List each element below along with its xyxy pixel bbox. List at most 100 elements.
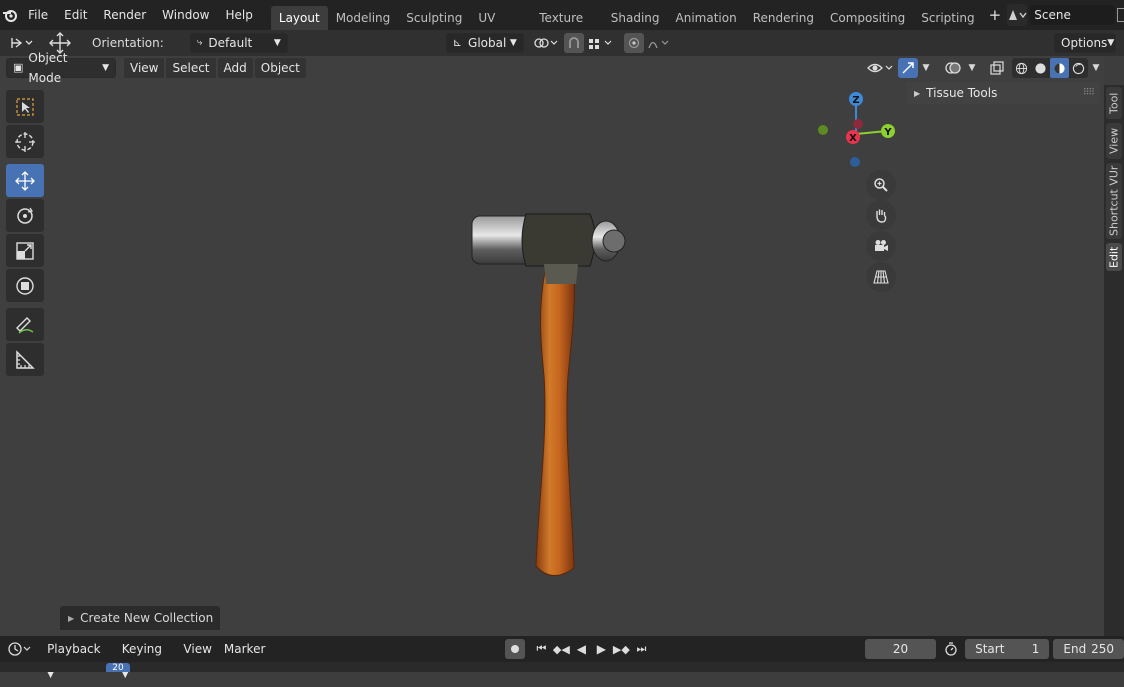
gizmo-x-label: X [849,133,857,144]
visibility-eye-icon[interactable] [866,58,896,78]
editor-type-icon[interactable] [6,639,35,659]
menu-file[interactable]: File [20,0,56,30]
pan-hand-icon[interactable] [866,200,896,230]
end-frame-field[interactable]: End 250 [1053,639,1124,659]
viewport-menu-view[interactable]: View [124,58,165,78]
mode-dropdown[interactable]: ▣ Object Mode ▼ [6,51,116,85]
gizmo-z-label: Z [852,95,859,106]
menu-edit[interactable]: Edit [56,0,95,30]
tab-rendering[interactable]: Rendering [745,6,822,30]
play-reverse-icon[interactable]: ◀ [571,639,591,659]
orientation-dropdown[interactable]: ⤷ Default ▼ [189,33,288,53]
shading-dropdown-icon[interactable]: ▼ [1088,58,1104,78]
tab-scripting[interactable]: Scripting [913,6,982,30]
start-frame-field[interactable]: Start 1 [965,639,1050,659]
proportional-edit-icon[interactable] [623,33,644,53]
viewport-menu-add[interactable]: Add [217,58,253,78]
tab-view[interactable]: View [1106,123,1122,159]
options-dropdown[interactable]: Options ▼ [1054,33,1116,53]
jump-start-icon[interactable]: ⏮ [531,639,551,659]
jump-end-icon[interactable]: ⏭ [631,639,651,659]
solid-shading-icon[interactable] [1031,58,1050,78]
playhead-marker[interactable]: 20 [106,663,130,672]
blender-logo-icon[interactable] [0,0,20,30]
add-workspace-button[interactable]: + [983,0,1008,30]
top-menu-bar: File Edit Render Window Help Layout Mode… [0,0,1124,49]
move-tool[interactable] [6,164,44,197]
play-icon[interactable]: ▶ [591,639,611,659]
tab-tool[interactable]: Tool [1106,87,1122,119]
xray-toggle-icon[interactable] [986,58,1008,78]
panel-expand-icon: ▶ [914,88,921,98]
wireframe-shading-icon[interactable] [1012,58,1031,78]
tab-shading[interactable]: Shading [603,6,668,30]
tab-layout[interactable]: Layout [270,5,328,30]
cursor-tool[interactable] [6,125,44,158]
timeline-menu-marker[interactable]: Marker [218,637,271,661]
gizmo-dropdown-icon[interactable]: ▼ [918,58,934,78]
operator-redo-panel[interactable]: ▶ Create New Collection [60,606,220,630]
measure-ruler-icon [16,349,35,369]
perspective-grid-icon[interactable] [866,262,896,292]
tab-edit[interactable]: Edit [1106,243,1122,271]
panel-expand-icon: ▶ [68,613,75,623]
scene-selector-icon[interactable] [1007,4,1028,26]
overlays-icon[interactable] [942,58,964,78]
zoom-icon[interactable] [866,170,896,200]
transform-tool[interactable] [6,269,44,302]
timeline-ruler[interactable]: 20 [0,662,1124,672]
navigation-gizmo[interactable]: Z Y X [812,90,902,172]
drag-handle-icon[interactable]: ⠿⠿ [1083,88,1095,98]
record-button-icon[interactable] [505,639,526,659]
pivot-point-icon[interactable] [532,33,560,53]
current-frame-field[interactable]: 20 [865,639,936,659]
material-shading-icon[interactable] [1050,58,1069,78]
tissue-tools-panel[interactable]: ▶ Tissue Tools ⠿⠿ [906,82,1100,104]
camera-view-icon[interactable] [866,231,896,261]
snap-toggle-icon[interactable] [563,33,584,53]
overlays-dropdown-icon[interactable]: ▼ [964,58,980,78]
tab-shortcut-vur[interactable]: Shortcut VUr [1106,163,1122,239]
tab-modeling[interactable]: Modeling [328,6,399,30]
menu-window[interactable]: Window [154,0,217,30]
scale-tool[interactable] [6,234,44,267]
scene-name-field[interactable]: Scene [1030,5,1115,25]
timeline-menu-keying[interactable]: Keying ▼ [116,637,178,680]
rotate-icon [17,207,34,224]
scale-icon [16,241,34,260]
timeline-menu-playback[interactable]: Playback ▼ [41,637,116,680]
falloff-curve-icon[interactable] [646,33,672,53]
select-box-icon [16,97,34,116]
tab-texture-paint[interactable]: Texture Paint [531,6,603,49]
orientation-value: Default [208,36,253,50]
tab-uv-editing[interactable]: UV Editing [470,6,531,49]
measure-tool[interactable] [6,343,44,376]
tab-animation[interactable]: Animation [668,6,745,30]
timeline-editor: Playback ▼ Keying ▼ View Marker ⏮ ◆◀ ◀ ▶… [0,636,1124,680]
transform-space-value: Global [468,36,507,50]
start-value: 1 [1031,642,1040,656]
menu-help[interactable]: Help [217,0,260,30]
tab-sculpting[interactable]: Sculpting [398,6,470,30]
snap-target-icon[interactable] [586,33,616,53]
viewport-menu-object[interactable]: Object [254,58,306,78]
menu-render[interactable]: Render [95,0,154,30]
tab-compositing[interactable]: Compositing [822,6,913,30]
prev-keyframe-icon[interactable]: ◆◀ [551,639,571,659]
gizmo-toggle-icon[interactable] [898,58,918,78]
stopwatch-icon[interactable] [944,639,960,659]
rotate-tool[interactable] [6,199,44,232]
viewport-menu-select[interactable]: Select [166,58,216,78]
annotate-tool[interactable] [6,308,44,341]
3d-viewport[interactable]: Z Y X ▶ Tissue Tools ⠿⠿ ▶ Create New Col… [0,56,1104,636]
select-box-tool[interactable] [6,90,44,123]
rendered-shading-icon[interactable] [1069,58,1088,78]
transform-orientation-dropdown[interactable]: ⊾ Global ▼ [445,33,524,53]
timeline-menu-view[interactable]: View [177,637,217,661]
chevron-down-icon: ▼ [1107,38,1115,48]
hammer-model[interactable] [440,206,650,586]
scene-browse-icon[interactable] [1116,8,1124,22]
next-keyframe-icon[interactable]: ▶◆ [611,639,631,659]
sidebar-tabs: Tool View Shortcut VUr Edit [1104,85,1124,636]
end-label: End [1063,642,1087,656]
